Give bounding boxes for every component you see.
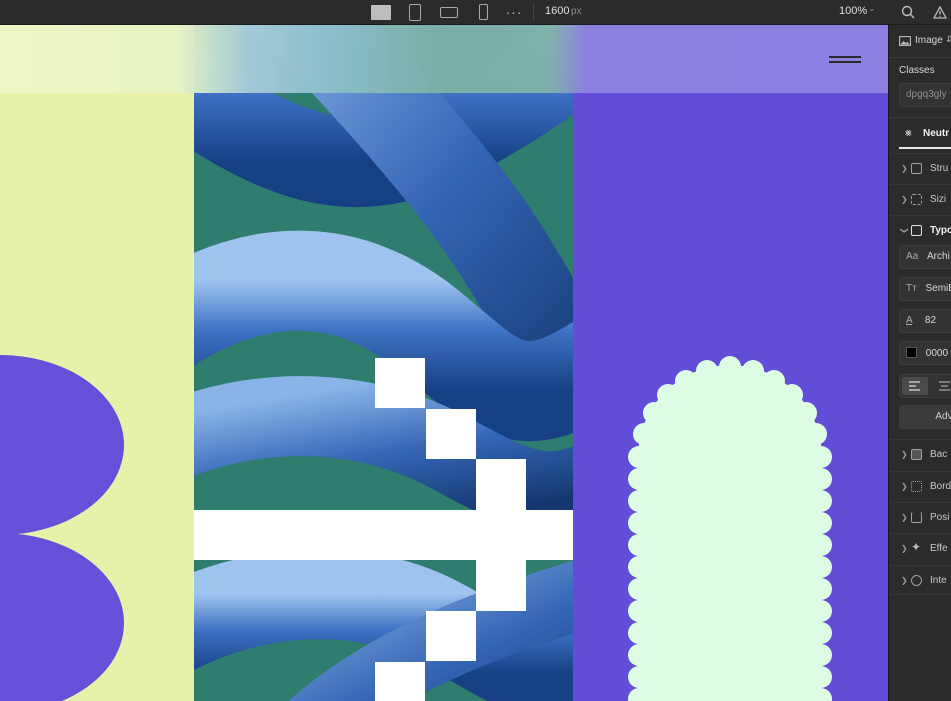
chevron-right-icon: ❯ [901, 164, 908, 173]
font-size-icon: A [906, 315, 913, 326]
tab-neutral-label: Neutr [923, 128, 950, 139]
magic-wand-icon: ✦ [911, 540, 922, 554]
font-weight-icon: Tт [906, 283, 917, 294]
section-borders-label: Bord [930, 481, 951, 492]
section-sizing-label: Sizi [930, 194, 947, 205]
class-chip[interactable]: dpgq3gly [906, 89, 947, 100]
font-family-icon: Aa [906, 251, 919, 262]
align-center-button[interactable] [932, 377, 951, 395]
chevron-right-icon: ❯ [901, 544, 908, 553]
text-align-group [899, 374, 951, 398]
font-weight-select[interactable]: Tт SemiB [899, 277, 951, 301]
position-icon [911, 512, 922, 523]
divider [889, 117, 951, 118]
scalloped-mint-shape [628, 356, 832, 701]
mobile-portrait-breakpoint-button[interactable] [474, 0, 492, 24]
section-structure-label: Stru [930, 163, 949, 174]
desktop-icon [371, 4, 391, 20]
font-color-input[interactable]: 0000 [899, 341, 951, 365]
canvas-width-unit: px [571, 6, 582, 17]
section-backgrounds-label: Bac [930, 449, 948, 460]
section-position-label: Posi [930, 512, 950, 523]
section-structure[interactable]: ❯ Stru [889, 153, 951, 183]
warnings-button[interactable] [928, 0, 951, 24]
align-center-icon [939, 381, 950, 391]
advanced-typography-button[interactable]: Adv [899, 405, 951, 429]
section-backgrounds[interactable]: ❯ Bac [889, 439, 951, 469]
mobile-landscape-icon [440, 6, 458, 18]
element-type-header[interactable]: Image ⇵ [889, 34, 951, 50]
interactions-icon [911, 575, 922, 586]
design-canvas[interactable] [0, 25, 888, 701]
align-left-icon [909, 381, 920, 391]
font-weight-value: SemiB [925, 283, 951, 294]
tablet-icon [409, 3, 421, 21]
font-size-value: 82 [924, 315, 937, 326]
purple-half-circle-bottom [0, 533, 124, 701]
top-toolbar: ··· 1600 px 100% ⌄ [0, 0, 951, 25]
lime-column[interactable] [0, 25, 194, 701]
mobile-landscape-breakpoint-button[interactable] [437, 0, 461, 24]
align-left-button[interactable] [902, 377, 928, 395]
more-icon: ··· [505, 4, 523, 20]
chevron-right-icon: ❯ [901, 450, 908, 459]
canvas-width-value[interactable]: 1600 [545, 5, 569, 17]
section-typography-label: Typo [930, 225, 951, 236]
zoom-level[interactable]: 100% [839, 5, 867, 17]
section-position[interactable]: ❯ Posi [889, 502, 951, 532]
section-interactions-label: Inte [930, 575, 947, 586]
chevron-right-icon: ❯ [901, 482, 908, 491]
background-icon [911, 449, 922, 460]
section-borders[interactable]: ❯ Bord [889, 471, 951, 501]
warning-icon [933, 5, 947, 19]
section-effects-label: Effe [930, 543, 948, 554]
image-icon [899, 36, 911, 46]
section-effects[interactable]: ❯ ✦ Effe [889, 533, 951, 563]
section-interactions[interactable]: ❯ Inte [889, 565, 951, 595]
chevron-right-icon: ❯ [901, 576, 908, 585]
element-type-label: Image [915, 35, 943, 46]
color-swatch[interactable] [906, 347, 917, 358]
purple-half-circle-top [0, 355, 124, 535]
sizing-icon [911, 194, 922, 205]
chevron-down-icon[interactable]: ⌄ [868, 3, 876, 14]
border-icon [911, 481, 922, 492]
layout-icon [911, 163, 922, 174]
neutral-icon: ⨳ [905, 127, 912, 139]
chevron-right-icon: ❯ [901, 195, 908, 204]
font-family-select[interactable]: Aa Archi [899, 245, 951, 269]
classes-label: Classes [899, 65, 935, 76]
font-size-input[interactable]: A 82 [899, 309, 951, 333]
site-navbar[interactable] [0, 25, 888, 93]
more-breakpoints-button[interactable]: ··· [503, 0, 525, 24]
font-color-value: 0000 [925, 348, 949, 359]
chevron-right-icon: ❯ [901, 513, 908, 522]
search-icon [901, 5, 915, 19]
section-sizing[interactable]: ❯ Sizi [889, 184, 951, 214]
mobile-portrait-icon [478, 4, 488, 20]
desktop-breakpoint-button[interactable] [368, 0, 394, 24]
tab-neutral[interactable]: ⨳ Neutr [899, 121, 951, 149]
advanced-label: Adv [935, 411, 951, 422]
divider [889, 57, 951, 58]
chevron-updown-icon: ⇵ [946, 34, 951, 45]
style-panel: Image ⇵ Classes dpgq3gly ⨳ Neutr ❯ Stru … [888, 25, 951, 701]
search-button[interactable] [896, 0, 920, 24]
section-typography[interactable]: ❯ Typo [889, 215, 951, 245]
class-selector-input[interactable]: dpgq3gly [899, 83, 951, 107]
editor-app: ··· 1600 px 100% ⌄ Image Classes dpgq3gl… [0, 0, 951, 701]
selected-image[interactable] [194, 25, 573, 701]
chevron-down-icon: ❯ [899, 227, 909, 234]
font-family-value: Archi [927, 251, 950, 262]
blue-tubes-image [194, 25, 573, 701]
typography-icon [911, 225, 922, 236]
toolbar-divider [533, 4, 534, 20]
tablet-breakpoint-button[interactable] [404, 0, 426, 24]
hamburger-menu-icon[interactable] [829, 54, 861, 64]
